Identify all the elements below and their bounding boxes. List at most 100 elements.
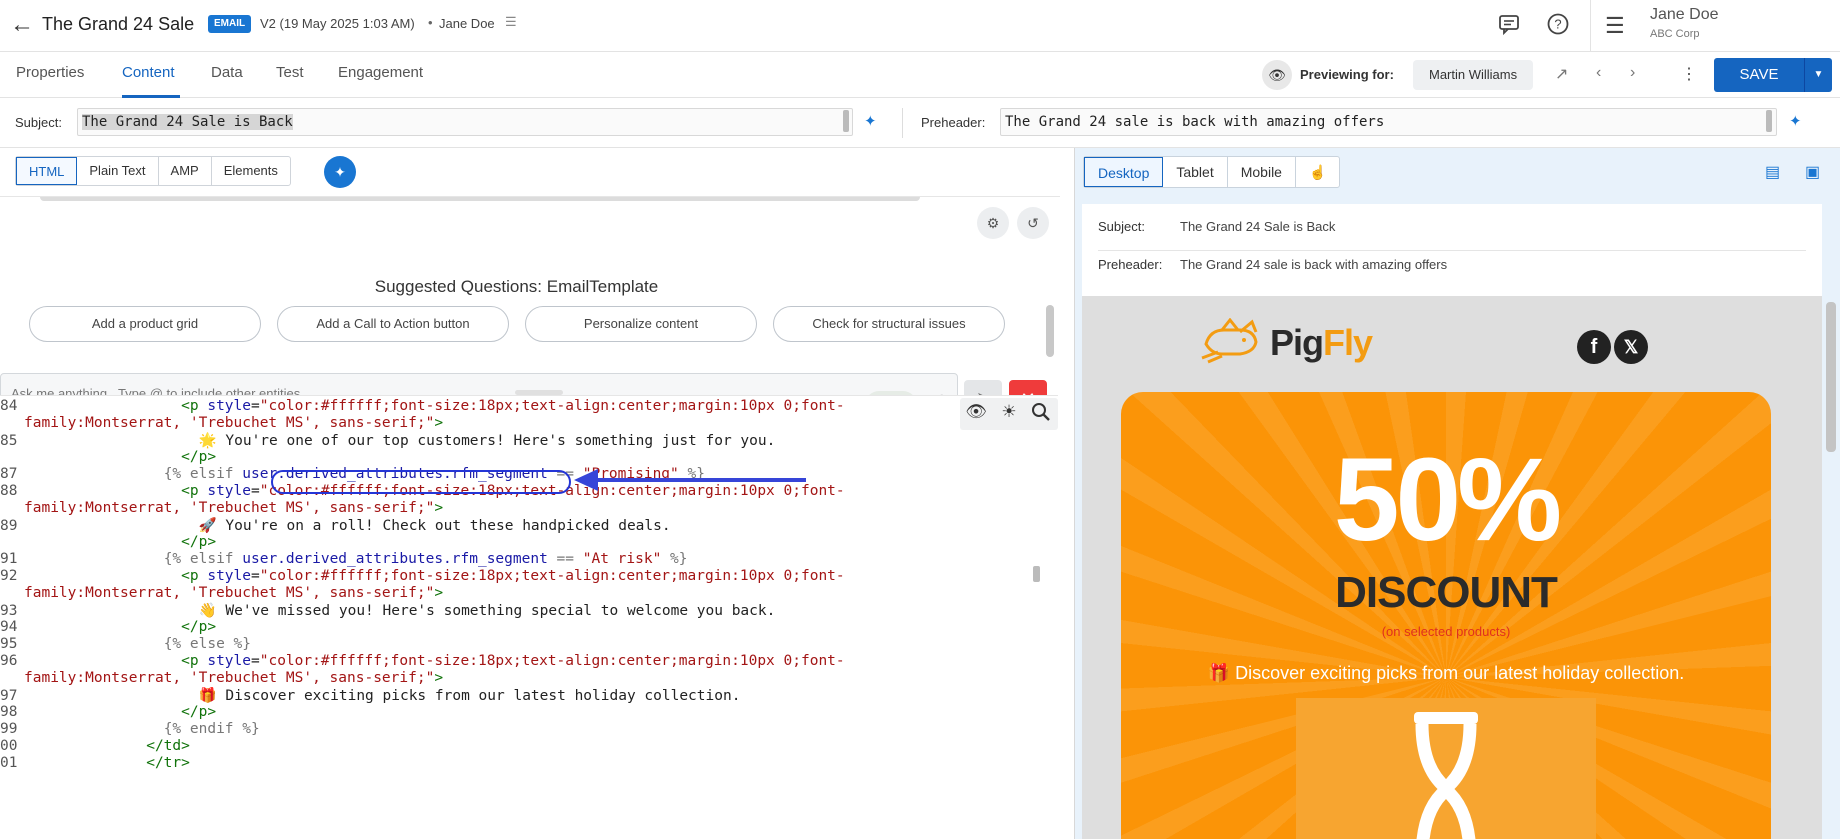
suggestion-cta-button[interactable]: Add a Call to Action button <box>277 306 509 342</box>
preview-user-select[interactable]: Martin Williams <box>1413 60 1534 90</box>
tabs-bar: Properties Content Data Test Engagement … <box>0 52 1840 98</box>
mode-html[interactable]: HTML <box>16 157 78 185</box>
pigfly-logo-icon <box>1200 317 1264 369</box>
version-info[interactable]: V2 (19 May 2025 1:03 AM) <box>260 16 415 31</box>
personalize-wand-icon[interactable]: ✦ <box>864 112 877 130</box>
code-editor[interactable]: 84 <p style="color:#ffffff;font-size:18p… <box>0 395 1058 839</box>
validate-icon[interactable]: ▤ <box>1765 162 1780 182</box>
preheader-label: Preheader: <box>921 115 986 130</box>
code-line[interactable]: 99 {% endif %} <box>0 721 260 737</box>
code-token: 🌟 You're one of our top customers! Here'… <box>24 433 776 449</box>
preview-scrollbar[interactable] <box>1826 302 1836 452</box>
device-mobile[interactable]: Mobile <box>1228 157 1296 187</box>
line-number: 95 <box>0 636 18 652</box>
ai-sparkle-icon[interactable]: ✦ <box>324 156 356 188</box>
code-line[interactable]: 91 {% elsif user.derived_attributes.rfm_… <box>0 551 688 567</box>
history-list-icon[interactable]: ☰ <box>505 14 517 30</box>
suggestion-product-grid[interactable]: Add a product grid <box>29 306 261 342</box>
code-line[interactable]: </p> <box>0 534 216 550</box>
code-token: = <box>251 398 260 414</box>
code-line[interactable]: family:Montserrat, 'Trebuchet MS', sans-… <box>0 415 443 431</box>
mode-plain-text[interactable]: Plain Text <box>77 157 159 185</box>
search-icon[interactable] <box>1027 402 1055 426</box>
hand-pointer-icon[interactable]: ☝ <box>1296 157 1339 187</box>
select-element-icon[interactable]: ▣ <box>1805 162 1820 182</box>
code-token: 🎁 Discover exciting picks from our lates… <box>24 688 741 704</box>
suggestions-scrollbar[interactable] <box>1046 305 1054 357</box>
x-twitter-icon[interactable]: 𝕏 <box>1614 330 1648 364</box>
preview-subject-label: Subject: <box>1098 219 1145 234</box>
external-link-icon[interactable]: ↗ <box>1555 64 1568 84</box>
author-name: Jane Doe <box>439 16 495 31</box>
preheader-scrollbar[interactable] <box>1766 110 1772 132</box>
device-tablet[interactable]: Tablet <box>1163 157 1228 187</box>
code-toolbar: 👁 ☀ <box>960 398 1058 430</box>
mode-amp[interactable]: AMP <box>159 157 212 185</box>
comment-icon[interactable] <box>1495 12 1523 40</box>
subject-bar: Subject: The Grand 24 Sale is Back ✦ Pre… <box>0 98 1840 148</box>
line-number: 91 <box>0 551 18 567</box>
code-line[interactable]: 96 <p style="color:#ffffff;font-size:18p… <box>0 653 845 669</box>
editor-pane: HTML Plain Text AMP Elements ✦ ⚙ ↺ Sugge… <box>0 148 1073 839</box>
code-line[interactable]: family:Montserrat, 'Trebuchet MS', sans-… <box>0 585 443 601</box>
tab-engagement[interactable]: Engagement <box>338 64 423 81</box>
code-line[interactable]: family:Montserrat, 'Trebuchet MS', sans-… <box>0 670 443 686</box>
tab-test[interactable]: Test <box>276 64 304 81</box>
subject-input[interactable]: The Grand 24 Sale is Back <box>77 108 853 136</box>
device-desktop[interactable]: Desktop <box>1084 157 1164 187</box>
eye-preview-icon[interactable]: 👁 <box>962 402 990 426</box>
topbar-divider <box>1590 0 1591 52</box>
tab-data[interactable]: Data <box>211 64 243 81</box>
hamburger-menu-icon[interactable]: ☰ <box>1605 13 1625 39</box>
preheader-input[interactable]: The Grand 24 sale is back with amazing o… <box>1000 108 1777 136</box>
line-number: 99 <box>0 721 18 737</box>
back-arrow-icon[interactable]: ← <box>8 12 36 40</box>
code-token: {% else %} <box>163 636 251 652</box>
code-line[interactable]: 97 🎁 Discover exciting picks from our la… <box>0 687 740 704</box>
help-icon[interactable]: ? <box>1544 12 1572 40</box>
eye-icon[interactable]: 👁 <box>1262 60 1292 90</box>
theme-sun-icon[interactable]: ☀ <box>995 402 1023 426</box>
discount-note: (on selected products) <box>1381 624 1511 639</box>
code-line[interactable]: family:Montserrat, 'Trebuchet MS', sans-… <box>0 500 443 516</box>
code-line[interactable]: 92 <p style="color:#ffffff;font-size:18p… <box>0 568 845 584</box>
facebook-icon[interactable]: f <box>1577 330 1611 364</box>
code-token: "At risk" <box>582 551 662 567</box>
mode-elements[interactable]: Elements <box>212 157 290 185</box>
preheader-wand-icon[interactable]: ✦ <box>1789 112 1802 130</box>
code-token: user.derived_attributes.rfm_segment <box>242 551 548 567</box>
code-line[interactable]: 00 </td> <box>0 738 190 754</box>
email-render[interactable]: PigFly f 𝕏 50% DISCOUNT (on selected pro… <box>1082 296 1822 839</box>
tab-content[interactable]: Content <box>122 64 175 81</box>
separator-dot: • <box>428 15 433 30</box>
code-line[interactable]: 01 </tr> <box>0 755 190 771</box>
suggestion-personalize[interactable]: Personalize content <box>525 306 757 342</box>
code-line[interactable]: 84 <p style="color:#ffffff;font-size:18p… <box>0 398 845 414</box>
line-number: 94 <box>0 619 18 635</box>
chevron-left-icon[interactable]: ‹ <box>1596 64 1601 82</box>
settings-gear-icon[interactable]: ⚙ <box>977 207 1009 239</box>
history-icon[interactable]: ↺ <box>1017 207 1049 239</box>
save-button[interactable]: SAVE <box>1714 58 1804 92</box>
user-name[interactable]: Jane Doe <box>1650 6 1719 24</box>
save-dropdown-chevron-icon[interactable]: ▼ <box>1804 58 1832 92</box>
code-line[interactable]: </p> <box>0 449 216 465</box>
code-line[interactable]: 93 👋 We've missed you! Here's something … <box>0 602 775 619</box>
code-line[interactable]: 89 🚀 You're on a roll! Check out these h… <box>0 517 671 534</box>
code-token: == <box>547 551 583 567</box>
code-line[interactable]: 94 </p> <box>0 619 216 635</box>
tab-properties[interactable]: Properties <box>16 64 84 81</box>
code-line[interactable]: 85 🌟 You're one of our top customers! He… <box>0 432 775 449</box>
chevron-right-icon[interactable]: › <box>1630 64 1635 82</box>
code-token: "color:#ffffff;font-size:18px;text-align… <box>259 653 845 669</box>
subject-scrollbar[interactable] <box>843 110 849 132</box>
more-vertical-icon[interactable]: ⋮ <box>1681 64 1697 84</box>
code-line[interactable]: 98 </p> <box>0 704 216 720</box>
code-line[interactable]: 95 {% else %} <box>0 636 251 652</box>
code-scrollbar[interactable] <box>1033 566 1040 582</box>
suggestion-structural[interactable]: Check for structural issues <box>773 306 1005 342</box>
code-token: <p <box>181 398 199 414</box>
